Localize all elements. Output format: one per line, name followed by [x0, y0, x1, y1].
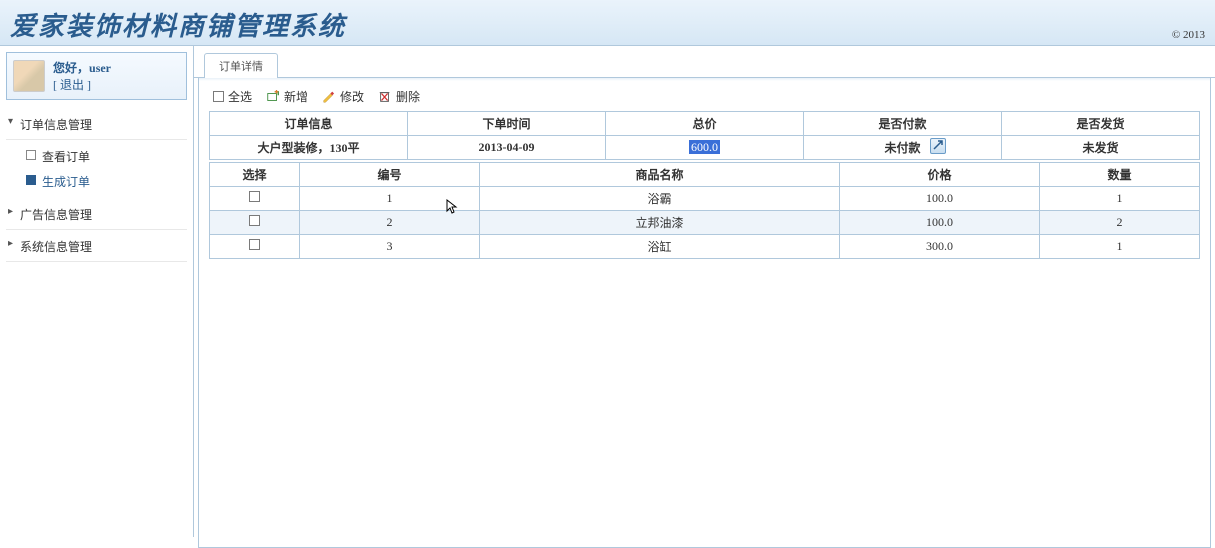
cell-name: 立邦油漆 [480, 211, 840, 235]
expand-icon [933, 139, 943, 154]
cell-order-time: 2013-04-09 [408, 136, 606, 160]
nav-system[interactable]: 系统信息管理 [6, 232, 187, 262]
order-summary-row: 大户型装修，130平 2013-04-09 600.0 未付款 未发货 [210, 136, 1200, 160]
select-all-button[interactable]: 全选 [213, 88, 252, 105]
edit-button[interactable]: 修改 [322, 88, 364, 105]
nav-create-order[interactable]: 生成订单 [26, 169, 187, 194]
cell-id: 1 [300, 187, 480, 211]
cell-paid: 未付款 [804, 136, 1002, 160]
delete-icon [378, 90, 392, 104]
col-id: 编号 [300, 163, 480, 187]
toolbar: 全选 新增 修改 删除 [209, 88, 1200, 105]
cell-qty: 1 [1040, 187, 1200, 211]
cell-id: 3 [300, 235, 480, 259]
row-checkbox[interactable] [249, 239, 260, 250]
cell-name: 浴缸 [480, 235, 840, 259]
cell-price: 100.0 [840, 211, 1040, 235]
row-checkbox[interactable] [249, 215, 260, 226]
table-row: 1 浴霸 100.0 1 [210, 187, 1200, 211]
cell-id: 2 [300, 211, 480, 235]
table-row: 2 立邦油漆 100.0 2 [210, 211, 1200, 235]
col-price: 价格 [840, 163, 1040, 187]
tabbar: 订单详情 [194, 52, 1215, 78]
cell-total[interactable]: 600.0 [606, 136, 804, 160]
tab-order-detail[interactable]: 订单详情 [204, 53, 278, 78]
add-icon [266, 90, 280, 104]
user-panel: 您好，user [ 退出 ] [6, 52, 187, 100]
cell-qty: 1 [1040, 235, 1200, 259]
cell-order-info: 大户型装修，130平 [210, 136, 408, 160]
copyright: © 2013 [1172, 29, 1205, 41]
cell-name: 浴霸 [480, 187, 840, 211]
header: 爱家装饰材料商铺管理系统 © 2013 [0, 0, 1215, 46]
nav-view-orders[interactable]: 查看订单 [26, 144, 187, 169]
col-paid: 是否付款 [804, 112, 1002, 136]
table-row: 3 浴缸 300.0 1 [210, 235, 1200, 259]
cell-price: 100.0 [840, 187, 1040, 211]
sidebar: 您好，user [ 退出 ] 订单信息管理 查看订单 生成订单 广告信息管理 系… [0, 46, 194, 537]
col-order-info: 订单信息 [210, 112, 408, 136]
cell-qty: 2 [1040, 211, 1200, 235]
edit-icon [322, 90, 336, 104]
cell-shipped: 未发货 [1002, 136, 1200, 160]
nav-ads[interactable]: 广告信息管理 [6, 200, 187, 230]
nav-orders[interactable]: 订单信息管理 [6, 110, 187, 140]
row-checkbox[interactable] [249, 191, 260, 202]
app-title: 爱家装饰材料商铺管理系统 [10, 6, 1205, 43]
order-summary-table: 订单信息 下单时间 总价 是否付款 是否发货 大户型装修，130平 2013-0… [209, 111, 1200, 160]
checkbox-icon [213, 91, 224, 102]
popup-button[interactable] [930, 138, 946, 154]
col-name: 商品名称 [480, 163, 840, 187]
delete-button[interactable]: 删除 [378, 88, 420, 105]
cell-price: 300.0 [840, 235, 1040, 259]
user-greeting: 您好，user [53, 59, 111, 76]
col-order-time: 下单时间 [408, 112, 606, 136]
avatar [13, 60, 45, 92]
logout-link[interactable]: [ 退出 ] [53, 76, 111, 93]
content: 订单详情 全选 新增 修改 [194, 46, 1215, 537]
add-button[interactable]: 新增 [266, 88, 308, 105]
col-total: 总价 [606, 112, 804, 136]
items-table: 选择 编号 商品名称 价格 数量 1 浴霸 100.0 1 2 立邦油漆 [209, 162, 1200, 259]
col-qty: 数量 [1040, 163, 1200, 187]
col-shipped: 是否发货 [1002, 112, 1200, 136]
col-select: 选择 [210, 163, 300, 187]
